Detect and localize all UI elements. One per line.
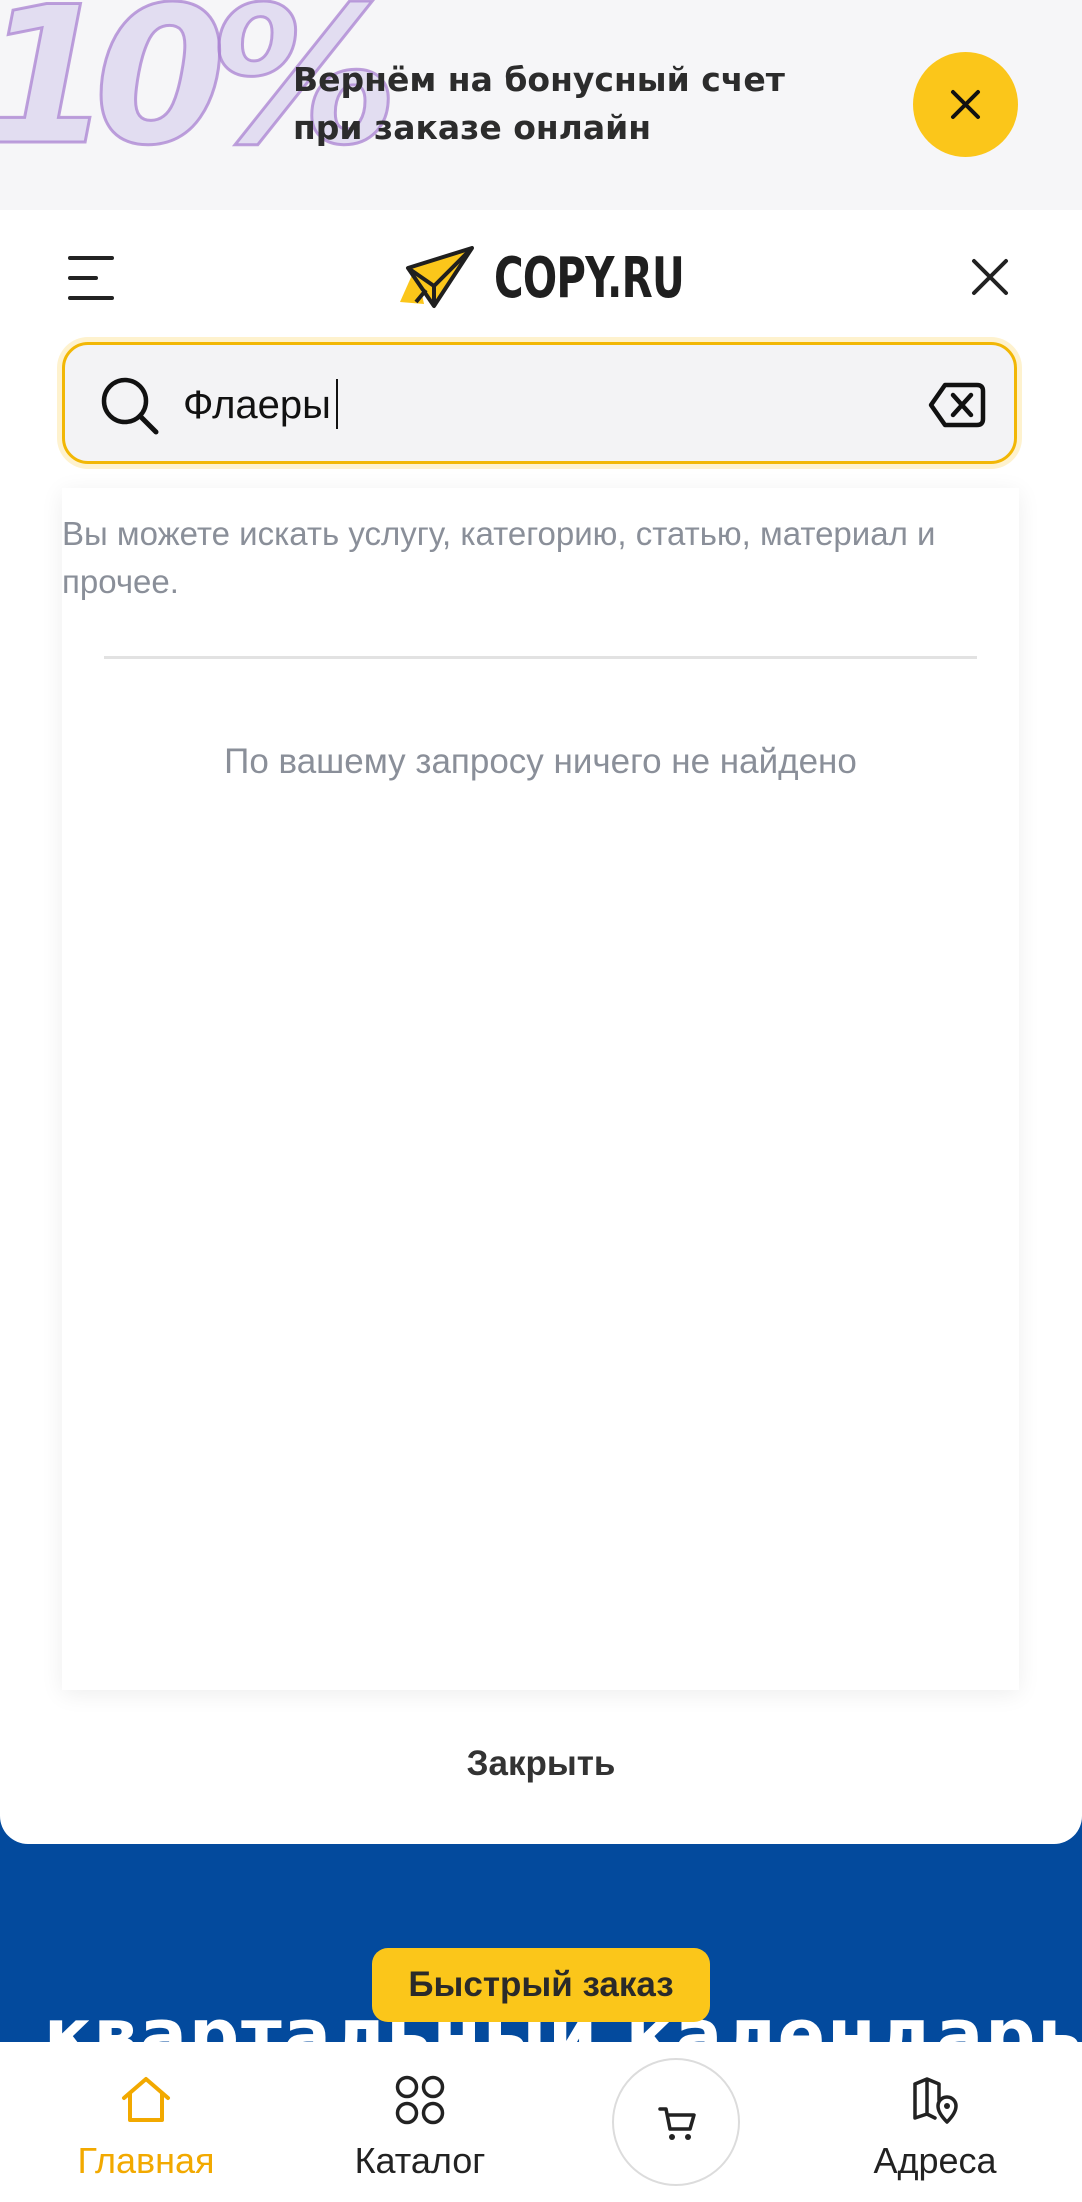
search-results-panel: Вы можете искать услугу, категорию, стат… — [62, 488, 1019, 1690]
nav-item-catalog[interactable]: Каталог — [320, 2042, 520, 2202]
menu-button[interactable] — [66, 252, 118, 304]
cart-icon — [658, 2107, 696, 2140]
nav-label-catalog: Каталог — [354, 2140, 486, 2181]
search-icon — [101, 377, 159, 435]
close-icon — [972, 259, 1008, 295]
catalog-icon — [395, 2075, 445, 2125]
promo-text: Вернём на бонусный счет при заказе онлай… — [293, 56, 785, 152]
search-sheet-bottom-edge — [0, 1800, 1082, 1844]
nav-label-addresses: Адреса — [873, 2140, 997, 2181]
promo-line-1: Вернём на бонусный счет — [293, 60, 785, 99]
divider — [104, 656, 977, 659]
logo[interactable]: COPY.RU — [394, 242, 694, 312]
close-icon — [951, 90, 980, 119]
clear-search-button[interactable] — [927, 381, 987, 429]
cart-button[interactable] — [612, 2058, 740, 2186]
promo-line-2: при заказе онлайн — [293, 108, 652, 147]
quick-order-button[interactable]: Быстрый заказ — [372, 1948, 710, 2022]
search-hint: Вы можете искать услугу, категорию, стат… — [62, 515, 936, 600]
search-box[interactable] — [62, 342, 1017, 464]
promo-banner[interactable]: 10% Вернём на бонусный счет при заказе о… — [0, 0, 1082, 210]
hamburger-icon — [68, 256, 114, 300]
promo-close-button[interactable] — [913, 52, 1018, 157]
home-icon — [122, 2077, 170, 2122]
nav-item-addresses[interactable]: Адреса — [835, 2042, 1035, 2202]
map-pin-icon — [913, 2077, 958, 2124]
nav-label-home: Главная — [77, 2140, 215, 2181]
logo-text: COPY.RU — [494, 246, 685, 311]
no-results-message: По вашему запросу ничего не найдено — [224, 742, 857, 781]
nav-item-home[interactable]: Главная — [46, 2042, 246, 2202]
close-search-button[interactable] — [965, 252, 1015, 302]
text-caret — [336, 379, 338, 429]
search-input[interactable] — [183, 375, 823, 435]
backspace-clear-icon — [928, 382, 986, 428]
paper-plane-logo-icon — [400, 246, 474, 308]
bottom-navigation: Главная Каталог Адреса — [0, 2042, 1082, 2202]
close-button[interactable]: Закрыть — [0, 1744, 1082, 1784]
